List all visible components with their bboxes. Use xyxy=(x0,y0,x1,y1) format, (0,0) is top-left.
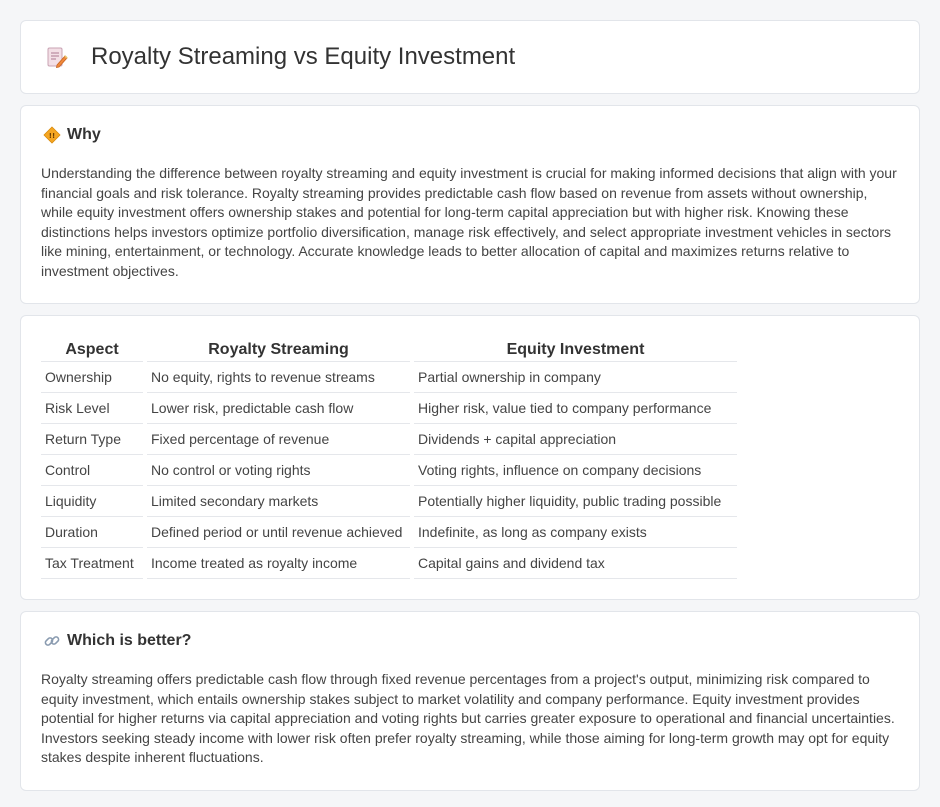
table-cell: Return Type xyxy=(41,424,143,455)
table-cell: Potentially higher liquidity, public tra… xyxy=(414,486,737,517)
table-cell: Capital gains and dividend tax xyxy=(414,548,737,579)
table-cell: Income treated as royalty income xyxy=(147,548,410,579)
table-cell: Indefinite, as long as company exists xyxy=(414,517,737,548)
why-section: !! Why Understanding the difference betw… xyxy=(20,105,920,304)
link-icon xyxy=(43,632,61,650)
which-is-better-heading: Which is better? xyxy=(41,632,899,650)
table-cell: Dividends + capital appreciation xyxy=(414,424,737,455)
table-cell: Tax Treatment xyxy=(41,548,143,579)
table-cell: Ownership xyxy=(41,362,143,393)
table-row: Liquidity Limited secondary markets Pote… xyxy=(41,486,737,517)
why-heading: !! Why xyxy=(41,126,899,144)
table-cell: Limited secondary markets xyxy=(147,486,410,517)
table-cell: Liquidity xyxy=(41,486,143,517)
which-is-better-text: Royalty streaming offers predictable cas… xyxy=(41,671,895,765)
page-title: Royalty Streaming vs Equity Investment xyxy=(91,43,516,70)
table-cell: No control or voting rights xyxy=(147,455,410,486)
table-cell: Duration xyxy=(41,517,143,548)
table-cell: No equity, rights to revenue streams xyxy=(147,362,410,393)
table-row: Control No control or voting rights Voti… xyxy=(41,455,737,486)
svg-text:!!: !! xyxy=(49,132,55,140)
comparison-table: Aspect Royalty Streaming Equity Investme… xyxy=(37,334,741,579)
table-cell: Defined period or until revenue achieved xyxy=(147,517,410,548)
document-pen-icon xyxy=(45,45,69,69)
comparison-section: Aspect Royalty Streaming Equity Investme… xyxy=(20,315,920,600)
why-heading-label: Why xyxy=(67,126,101,143)
table-row: Duration Defined period or until revenue… xyxy=(41,517,737,548)
which-is-better-section: Which is better? Royalty streaming offer… xyxy=(20,611,920,791)
table-cell: Fixed percentage of revenue xyxy=(147,424,410,455)
diamond-warning-icon: !! xyxy=(43,126,61,144)
table-row: Tax Treatment Income treated as royalty … xyxy=(41,548,737,579)
table-row: Return Type Fixed percentage of revenue … xyxy=(41,424,737,455)
why-text: Understanding the difference between roy… xyxy=(41,165,897,279)
table-header-row: Aspect Royalty Streaming Equity Investme… xyxy=(41,334,737,362)
table-cell: Higher risk, value tied to company perfo… xyxy=(414,393,737,424)
table-row: Ownership No equity, rights to revenue s… xyxy=(41,362,737,393)
table-row: Risk Level Lower risk, predictable cash … xyxy=(41,393,737,424)
table-cell: Risk Level xyxy=(41,393,143,424)
table-cell: Lower risk, predictable cash flow xyxy=(147,393,410,424)
table-cell: Partial ownership in company xyxy=(414,362,737,393)
which-is-better-heading-label: Which is better? xyxy=(67,632,192,649)
column-header-equity-investment: Equity Investment xyxy=(414,334,737,362)
column-header-royalty-streaming: Royalty Streaming xyxy=(147,334,410,362)
column-header-aspect: Aspect xyxy=(41,334,143,362)
table-cell: Voting rights, influence on company deci… xyxy=(414,455,737,486)
header-card: Royalty Streaming vs Equity Investment xyxy=(20,20,920,94)
table-cell: Control xyxy=(41,455,143,486)
